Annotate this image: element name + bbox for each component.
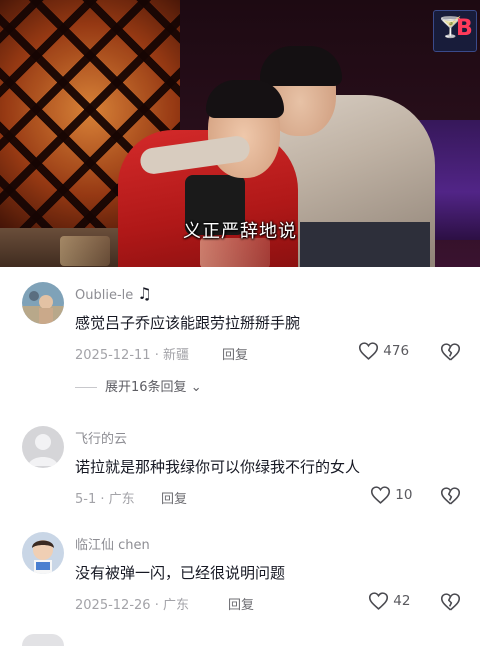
- broken-heart-icon: [440, 592, 461, 610]
- like-count: 10: [395, 487, 413, 503]
- username[interactable]: Oublie-le ♫: [75, 284, 152, 303]
- broken-heart-icon: [440, 342, 461, 360]
- reply-button[interactable]: 回复: [228, 594, 254, 613]
- like-button[interactable]: 10: [370, 485, 412, 505]
- chevron-down-icon: ⌄: [190, 380, 202, 395]
- person-right-hair: [260, 46, 342, 86]
- avatar[interactable]: [22, 426, 64, 468]
- avatar[interactable]: [22, 282, 64, 324]
- broken-heart-icon: [440, 486, 461, 504]
- music-note-icon: ♫: [137, 284, 152, 303]
- avatar[interactable]: [22, 634, 64, 646]
- like-button[interactable]: 476: [358, 341, 409, 361]
- dislike-button[interactable]: [440, 591, 461, 612]
- video-frame[interactable]: 义正严辞地说 🍸 B: [0, 0, 480, 267]
- video-subtitle: 义正严辞地说: [183, 221, 297, 242]
- comment-meta: 5-1 · 广东: [75, 492, 135, 507]
- comment-text: 感觉吕子乔应该能跟劳拉掰掰手腕: [75, 314, 301, 332]
- comment-meta: 2025-12-26 · 广东: [75, 598, 189, 613]
- divider: [75, 387, 97, 388]
- expand-replies-button[interactable]: 展开16条回复 ⌄: [75, 376, 202, 395]
- comment-meta: 2025-12-11 · 新疆: [75, 348, 189, 363]
- heart-icon: [358, 342, 379, 360]
- channel-logo: 🍸 B: [433, 10, 477, 52]
- username[interactable]: 临江仙 chen: [75, 534, 150, 553]
- comment-text: 诺拉就是那种我绿你可以你绿我不行的女人: [75, 458, 361, 476]
- reply-button[interactable]: 回复: [161, 488, 187, 507]
- heart-icon: [368, 592, 389, 610]
- like-button[interactable]: 42: [368, 591, 410, 611]
- channel-logo-letter: B: [456, 16, 473, 41]
- heart-icon: [370, 486, 391, 504]
- person-left-hair: [206, 80, 284, 118]
- like-count: 476: [383, 343, 410, 359]
- like-count: 42: [393, 593, 411, 609]
- dislike-button[interactable]: [440, 485, 461, 506]
- reply-button[interactable]: 回复: [222, 344, 248, 363]
- username[interactable]: 飞行的云: [75, 428, 127, 447]
- comment-text: 没有被弹一闪，已经很说明问题: [75, 564, 286, 582]
- avatar[interactable]: [22, 532, 64, 574]
- dislike-button[interactable]: [440, 341, 461, 362]
